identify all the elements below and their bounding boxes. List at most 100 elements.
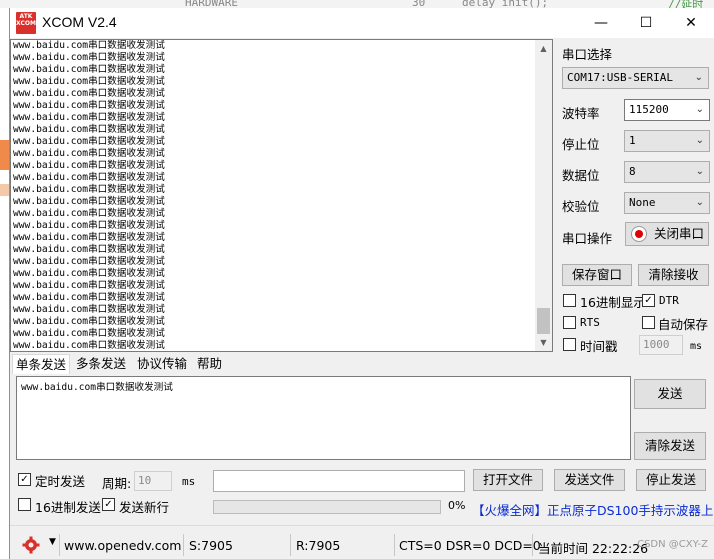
send-progress-bar <box>213 500 441 514</box>
period-input[interactable]: 10 <box>134 471 172 491</box>
status-received: R:7905 <box>296 538 341 553</box>
background-snippet-left: HARDWARE <box>185 0 238 8</box>
hex-send-checkbox[interactable] <box>18 498 31 511</box>
timestamp-checkbox[interactable] <box>563 338 576 351</box>
receive-lines: www.baidu.com串口数据收发测试 www.baidu.com串口数据收发… <box>13 40 165 351</box>
watermark: CSDN @CXY-Z <box>637 539 708 550</box>
maximize-button[interactable]: ☐ <box>623 8 669 38</box>
receive-line: www.baidu.com串口数据收发测试 <box>13 196 165 207</box>
scroll-down-icon[interactable]: ▼ <box>535 334 552 351</box>
receive-line: www.baidu.com串口数据收发测试 <box>13 88 165 99</box>
data-bits-value: 8 <box>629 165 636 178</box>
clear-receive-button[interactable]: 清除接收 <box>638 264 709 286</box>
close-port-button[interactable]: 关闭串口 <box>625 222 709 246</box>
tab-protocol[interactable]: 协议传输 <box>134 354 190 374</box>
background-snippet-far: //延时 <box>668 0 704 8</box>
send-textarea[interactable]: www.baidu.com串口数据收发测试 <box>16 376 631 460</box>
receive-scrollbar[interactable]: ▲ ▼ <box>535 40 552 351</box>
receive-line: www.baidu.com串口数据收发测试 <box>13 304 165 315</box>
tab-multi-send[interactable]: 多条发送 <box>73 354 129 374</box>
save-window-button[interactable]: 保存窗口 <box>562 264 632 286</box>
hex-display-checkbox[interactable] <box>563 294 576 307</box>
period-unit: ms <box>182 475 196 488</box>
receive-line: www.baidu.com串口数据收发测试 <box>13 112 165 123</box>
timed-send-label: 定时发送 <box>35 474 86 489</box>
receive-line: www.baidu.com串口数据收发测试 <box>13 100 165 111</box>
receive-line: www.baidu.com串口数据收发测试 <box>13 40 165 51</box>
receive-line: www.baidu.com串口数据收发测试 <box>13 52 165 63</box>
scroll-up-icon[interactable]: ▲ <box>535 40 552 57</box>
background-snippet-mid: 30 <box>412 0 426 8</box>
parity-label: 校验位 <box>562 199 600 214</box>
receive-line: www.baidu.com串口数据收发测试 <box>13 76 165 87</box>
receive-line: www.baidu.com串口数据收发测试 <box>13 256 165 267</box>
receive-line: www.baidu.com串口数据收发测试 <box>13 172 165 183</box>
clear-send-button[interactable]: 清除发送 <box>634 432 706 460</box>
baud-label: 波特率 <box>562 106 600 121</box>
tab-help[interactable]: 帮助 <box>194 354 225 374</box>
promo-link[interactable]: 【火爆全网】正点原子DS100手持示波器上市 <box>472 500 714 519</box>
send-file-button[interactable]: 发送文件 <box>554 469 625 491</box>
chevron-down-icon: ⌄ <box>695 166 704 177</box>
receive-line: www.baidu.com串口数据收发测试 <box>13 160 165 171</box>
hex-send-label: 16进制发送 <box>35 500 101 515</box>
receive-line: www.baidu.com串口数据收发测试 <box>13 280 165 291</box>
background-snippet-right: delay_init(); <box>462 0 549 8</box>
receive-line: www.baidu.com串口数据收发测试 <box>13 244 165 255</box>
stop-send-button[interactable]: 停止发送 <box>636 469 706 491</box>
title-bar[interactable]: ATK XCOM XCOM V2.4 — ☐ ✕ <box>10 8 714 38</box>
stop-bits-select[interactable]: 1 ⌄ <box>624 130 710 152</box>
baud-select[interactable]: 115200 ⌄ <box>624 99 710 121</box>
file-path-input[interactable] <box>213 470 465 492</box>
background-marker <box>0 140 9 170</box>
status-separator <box>532 534 533 556</box>
auto-save-checkbox[interactable] <box>642 316 655 329</box>
parity-select[interactable]: None ⌄ <box>624 192 710 214</box>
background-editor-strip: HARDWARE 30 delay_init(); //延时 <box>0 0 714 8</box>
status-url[interactable]: www.openedv.com <box>64 538 181 553</box>
tab-single-send[interactable]: 单条发送 <box>12 354 71 374</box>
port-select[interactable]: COM17:USB-SERIAL ⌄ <box>562 67 709 89</box>
baud-value: 115200 <box>629 103 669 116</box>
settings-dropdown-icon[interactable]: ▼ <box>49 537 56 547</box>
send-text: www.baidu.com串口数据收发测试 <box>21 382 173 393</box>
send-button[interactable]: 发送 <box>634 379 706 409</box>
status-signals: CTS=0 DSR=0 DCD=0 <box>399 538 541 553</box>
settings-gear-icon[interactable] <box>22 536 40 554</box>
newline-checkbox[interactable]: ✓ <box>102 498 115 511</box>
port-value: COM17:USB-SERIAL <box>567 71 673 84</box>
receive-textarea[interactable]: www.baidu.com串口数据收发测试 www.baidu.com串口数据收发… <box>10 39 553 352</box>
data-bits-select[interactable]: 8 ⌄ <box>624 161 710 183</box>
dtr-checkbox[interactable]: ✓ <box>642 294 655 307</box>
receive-line: www.baidu.com串口数据收发测试 <box>13 136 165 147</box>
window-title: XCOM V2.4 <box>42 14 117 30</box>
open-file-button[interactable]: 打开文件 <box>473 469 543 491</box>
timed-send-checkbox[interactable]: ✓ <box>18 473 31 486</box>
status-separator <box>59 534 60 556</box>
rts-checkbox[interactable] <box>563 316 576 329</box>
receive-line: www.baidu.com串口数据收发测试 <box>13 268 165 279</box>
parity-value: None <box>629 196 656 209</box>
chevron-down-icon: ⌄ <box>695 197 704 208</box>
receive-line: www.baidu.com串口数据收发测试 <box>13 64 165 75</box>
logo-text-bottom: XCOM <box>16 20 36 27</box>
logo-text-top: ATK <box>19 13 33 20</box>
status-separator <box>290 534 291 556</box>
chevron-down-icon: ⌄ <box>695 135 704 146</box>
close-button[interactable]: ✕ <box>668 8 714 38</box>
receive-line: www.baidu.com串口数据收发测试 <box>13 328 165 339</box>
scroll-thumb[interactable] <box>537 308 550 334</box>
receive-line: www.baidu.com串口数据收发测试 <box>13 292 165 303</box>
timestamp-input[interactable]: 1000 <box>639 335 683 355</box>
dtr-label: DTR <box>659 294 679 307</box>
minimize-button[interactable]: — <box>578 8 624 38</box>
receive-line: www.baidu.com串口数据收发测试 <box>13 124 165 135</box>
chevron-down-icon: ⌄ <box>694 72 703 83</box>
receive-line: www.baidu.com串口数据收发测试 <box>13 232 165 243</box>
receive-line: www.baidu.com串口数据收发测试 <box>13 220 165 231</box>
status-separator <box>394 534 395 556</box>
rts-label: RTS <box>580 316 600 329</box>
record-icon <box>631 226 647 242</box>
hex-display-label: 16进制显示 <box>580 295 646 310</box>
auto-save-label: 自动保存 <box>658 317 709 332</box>
